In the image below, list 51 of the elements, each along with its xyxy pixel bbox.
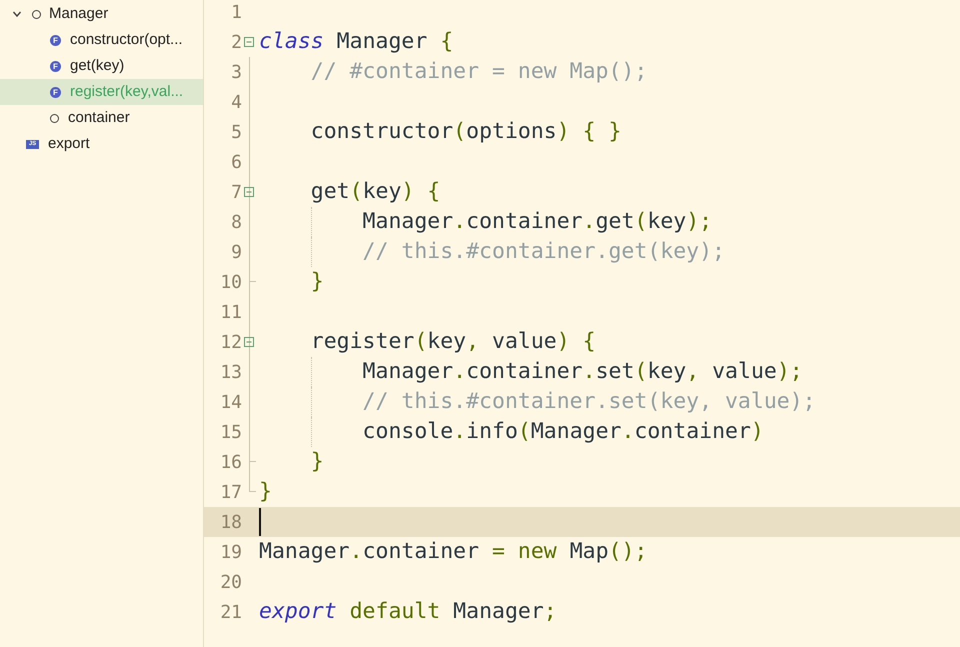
code-line: }	[259, 478, 272, 506]
line-number: 3	[230, 60, 242, 84]
line-number: 16	[219, 450, 242, 474]
tree-item[interactable]: F get(key)	[0, 53, 203, 79]
line-number: 1	[230, 0, 242, 24]
circle-icon	[32, 10, 41, 18]
line-number: 7	[230, 180, 242, 204]
code-line: Manager.container.get(key);	[362, 208, 712, 236]
line-number: 9	[230, 240, 242, 264]
line-number: 18	[219, 510, 242, 534]
fold-toggle-icon[interactable]	[244, 37, 254, 47]
fold-toggle-icon[interactable]	[244, 337, 254, 347]
code-line: register(key, value) {	[310, 328, 596, 356]
code-line: }	[310, 268, 324, 296]
code-line: Manager.container = new Map();	[259, 538, 648, 566]
code-line: }	[310, 448, 324, 476]
function-icon: F	[50, 34, 61, 46]
line-number: 19	[219, 540, 242, 564]
line-number: 14	[219, 390, 242, 414]
text-cursor	[259, 508, 261, 536]
line-number: 2	[230, 30, 242, 54]
line-number: 21	[219, 600, 242, 624]
line-number: 12	[219, 330, 242, 354]
code-line: export default Manager;	[259, 598, 557, 626]
line-number: 8	[230, 210, 242, 234]
line-number: 10	[219, 270, 242, 294]
chevron-down-icon[interactable]	[12, 9, 22, 19]
circle-icon	[50, 114, 59, 122]
function-icon: F	[50, 60, 61, 72]
tree-item[interactable]: F register(key,val...	[0, 79, 203, 105]
code-line: constructor(options) { }	[310, 118, 622, 146]
line-number: 11	[219, 300, 242, 324]
code-line: // this.#container.set(key, value);	[362, 388, 816, 416]
line-number: 13	[219, 360, 242, 384]
code-line: Manager.container.set(key, value);	[362, 358, 803, 386]
tree-item[interactable]: Manager	[0, 1, 203, 27]
line-number: 4	[230, 90, 242, 114]
tree-item[interactable]: container	[0, 105, 203, 131]
code-line: console.info(Manager.container)	[362, 418, 764, 446]
line-number: 5	[230, 120, 242, 144]
line-number: 6	[230, 150, 242, 174]
function-icon: F	[50, 86, 61, 98]
tree-item[interactable]: F constructor(opt...	[0, 27, 203, 53]
fold-toggle-icon[interactable]	[244, 187, 254, 197]
code-line: get(key) {	[310, 178, 440, 206]
line-number: 17	[219, 480, 242, 504]
code-line: class Manager {	[259, 28, 454, 56]
code-line: // #container = new Map();	[310, 58, 648, 86]
line-number: 20	[219, 570, 242, 594]
code-line: // this.#container.get(key);	[362, 238, 725, 266]
line-number: 15	[219, 420, 242, 444]
